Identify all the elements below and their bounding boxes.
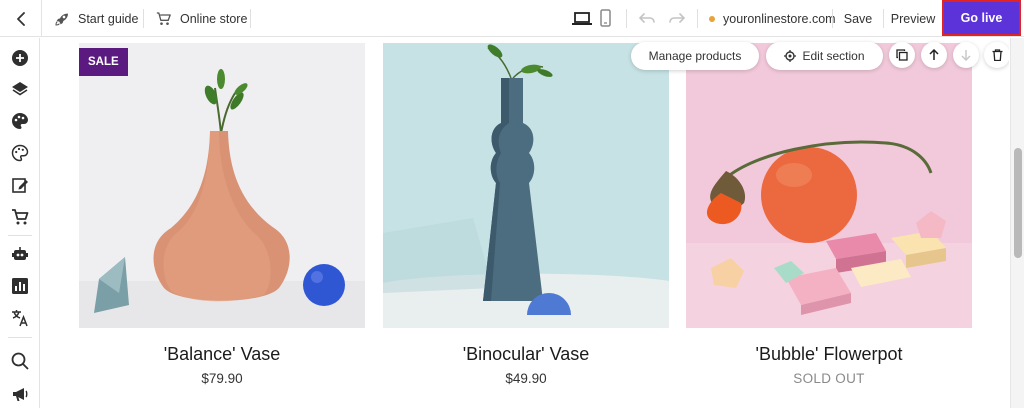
product-name[interactable]: 'Bubble' Flowerpot xyxy=(686,343,972,365)
product-price: $79.90 xyxy=(201,371,243,386)
product-card[interactable]: SALE 'Balance' Vase $79.90 xyxy=(79,43,365,386)
arrow-down-icon xyxy=(961,50,971,61)
product-image[interactable] xyxy=(686,43,972,328)
cart-icon xyxy=(156,11,171,25)
trash-icon xyxy=(992,49,1002,61)
status-dot xyxy=(709,15,715,22)
megaphone-icon[interactable] xyxy=(8,382,32,406)
product-image[interactable] xyxy=(79,43,365,328)
translate-icon[interactable] xyxy=(8,306,32,330)
product-price: $49.90 xyxy=(505,371,547,386)
copy-icon xyxy=(896,49,908,61)
desktop-view-button[interactable] xyxy=(572,9,592,27)
sale-badge: SALE xyxy=(79,48,128,76)
divider xyxy=(626,9,627,28)
save-button[interactable]: Save xyxy=(836,0,880,37)
divider xyxy=(250,9,251,28)
search-icon[interactable] xyxy=(8,349,32,373)
chevron-left-icon xyxy=(16,11,25,26)
move-up-button[interactable] xyxy=(921,42,947,68)
redo-button[interactable] xyxy=(668,9,686,27)
undo-button[interactable] xyxy=(638,9,656,27)
product-name[interactable]: 'Binocular' Vase xyxy=(383,343,669,365)
sidebar-divider xyxy=(8,337,32,338)
undo-icon xyxy=(639,13,655,23)
domain-link[interactable]: youronlinestore.com xyxy=(709,0,836,37)
delete-button[interactable] xyxy=(984,42,1009,68)
scrollbar-thumb[interactable] xyxy=(1014,148,1022,258)
page-canvas: SALE 'Balance' Vase $79.90 'Binocular' V… xyxy=(41,38,1009,408)
redo-icon xyxy=(669,13,685,23)
divider xyxy=(143,9,144,28)
edit-page-icon[interactable] xyxy=(8,173,32,197)
product-card[interactable]: 'Bubble' Flowerpot SOLD OUT xyxy=(686,43,972,386)
mobile-view-button[interactable] xyxy=(599,9,611,27)
theme-icon[interactable] xyxy=(8,141,32,165)
product-card[interactable]: 'Binocular' Vase $49.90 xyxy=(383,43,669,386)
preview-button[interactable]: Preview xyxy=(887,0,939,37)
laptop-icon xyxy=(572,11,592,25)
start-guide-button[interactable]: Start guide xyxy=(54,0,138,37)
divider xyxy=(883,9,884,28)
phone-icon xyxy=(599,9,611,27)
analytics-icon[interactable] xyxy=(8,274,32,298)
scrollbar[interactable] xyxy=(1010,38,1024,408)
divider xyxy=(697,9,698,28)
palette-icon[interactable] xyxy=(8,109,32,133)
back-button[interactable] xyxy=(0,0,42,37)
divider xyxy=(832,9,833,28)
move-down-button[interactable] xyxy=(953,42,979,68)
online-store-label: Online store xyxy=(180,11,248,26)
start-guide-label: Start guide xyxy=(78,11,139,26)
layers-icon[interactable] xyxy=(8,77,32,101)
manage-products-button[interactable]: Manage products xyxy=(631,42,759,70)
edit-section-button[interactable]: Edit section xyxy=(766,42,883,70)
domain-label: youronlinestore.com xyxy=(723,11,836,26)
sidebar-divider xyxy=(8,235,32,236)
arrow-up-icon xyxy=(929,49,939,60)
bot-icon[interactable] xyxy=(8,242,32,266)
rocket-icon xyxy=(55,13,68,26)
product-name[interactable]: 'Balance' Vase xyxy=(79,343,365,365)
cart-icon[interactable] xyxy=(8,205,32,229)
sold-out-label: SOLD OUT xyxy=(793,371,865,386)
product-image[interactable] xyxy=(383,43,669,328)
gear-icon xyxy=(784,50,797,62)
top-bar: Start guide Online store youronlinestore… xyxy=(0,0,1024,37)
edit-section-label: Edit section xyxy=(802,49,865,63)
add-icon[interactable] xyxy=(8,46,32,70)
left-sidebar xyxy=(0,38,40,408)
online-store-button[interactable]: Online store xyxy=(155,0,247,37)
go-live-button[interactable]: Go live xyxy=(942,0,1021,36)
duplicate-button[interactable] xyxy=(889,42,915,68)
